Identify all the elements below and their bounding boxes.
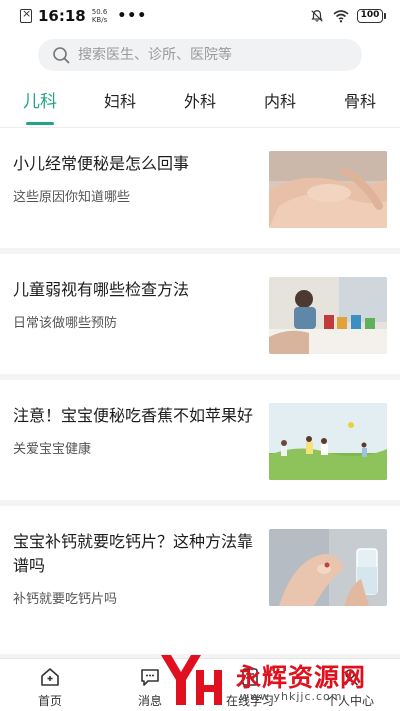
nav-profile[interactable]: 个人中心 (300, 659, 400, 711)
tab-pediatrics[interactable]: 儿科 (0, 85, 80, 127)
article-thumbnail-kids-outdoors (269, 403, 387, 480)
tab-orthopedics[interactable]: 骨科 (320, 85, 400, 127)
search-icon (53, 47, 70, 64)
nav-label: 首页 (37, 694, 62, 708)
study-icon (242, 668, 258, 686)
tab-gynecology[interactable]: 妇科 (80, 85, 160, 127)
bell-muted-icon (311, 10, 323, 22)
nav-online-study[interactable]: 在线学习 (200, 659, 300, 711)
status-right: 100 (309, 9, 386, 23)
article-subtitle: 关爱宝宝健康 (13, 442, 92, 457)
article-thumbnail-hands (269, 151, 387, 228)
article-thumbnail-calcium-pills (269, 529, 387, 606)
nav-home[interactable]: 首页 (0, 659, 100, 711)
net-speed-unit: KB/s (91, 16, 108, 24)
article-subtitle: 日常该做哪些预防 (13, 316, 118, 331)
battery-indicator: 100 (357, 9, 386, 23)
article-list: 小儿经常便秘是怎么回事 这些原因你知道哪些 儿童弱视有哪些检查方法 日常该做哪些… (0, 128, 400, 660)
article-thumbnail-eye-exam (269, 277, 387, 354)
status-left: 16:18 50.6 KB/s ••• (20, 7, 147, 25)
tab-internal-medicine[interactable]: 内科 (240, 85, 320, 127)
battery-level: 100 (357, 9, 383, 23)
article-title: 注意！宝宝便秘吃香蕉不如苹果好 (13, 406, 254, 425)
article-item[interactable]: 小儿经常便秘是怎么回事 这些原因你知道哪些 (0, 128, 400, 254)
net-speed-value: 50.6 (91, 8, 108, 16)
article-item[interactable]: 注意！宝宝便秘吃香蕉不如苹果好 关爱宝宝健康 (0, 380, 400, 506)
article-subtitle: 这些原因你知道哪些 (13, 190, 131, 205)
profile-icon (341, 669, 359, 686)
battery-tip (384, 13, 386, 19)
article-item[interactable]: 儿童弱视有哪些检查方法 日常该做哪些预防 (0, 254, 400, 380)
message-icon (141, 669, 159, 686)
wifi-icon (333, 10, 349, 23)
tab-surgery[interactable]: 外科 (160, 85, 240, 127)
article-subtitle: 补钙就要吃钙片吗 (13, 592, 118, 607)
network-speed: 50.6 KB/s (92, 8, 108, 24)
no-sim-icon (20, 7, 32, 23)
article-title: 儿童弱视有哪些检查方法 (13, 280, 190, 299)
search-input[interactable] (78, 47, 328, 63)
nav-label: 个人中心 (325, 694, 374, 708)
nav-messages[interactable]: 消息 (100, 659, 200, 711)
article-title: 宝宝补钙就要吃钙片？这种方法靠谱吗 (13, 532, 254, 575)
clock: 16:18 (38, 7, 86, 25)
search-bar[interactable] (38, 39, 362, 71)
nav-label: 消息 (137, 694, 162, 708)
home-icon (41, 668, 59, 686)
status-bar: 16:18 50.6 KB/s ••• 100 (0, 0, 400, 32)
article-title: 小儿经常便秘是怎么回事 (13, 154, 190, 173)
category-tabs: 儿科 妇科 外科 内科 骨科 (0, 85, 400, 127)
more-notifications-icon: ••• (117, 8, 148, 24)
article-item[interactable]: 宝宝补钙就要吃钙片？这种方法靠谱吗 补钙就要吃钙片吗 (0, 506, 400, 660)
nav-label: 在线学习 (225, 694, 274, 708)
bottom-nav: 首页 消息 在线学习 个人中心 (0, 658, 400, 711)
